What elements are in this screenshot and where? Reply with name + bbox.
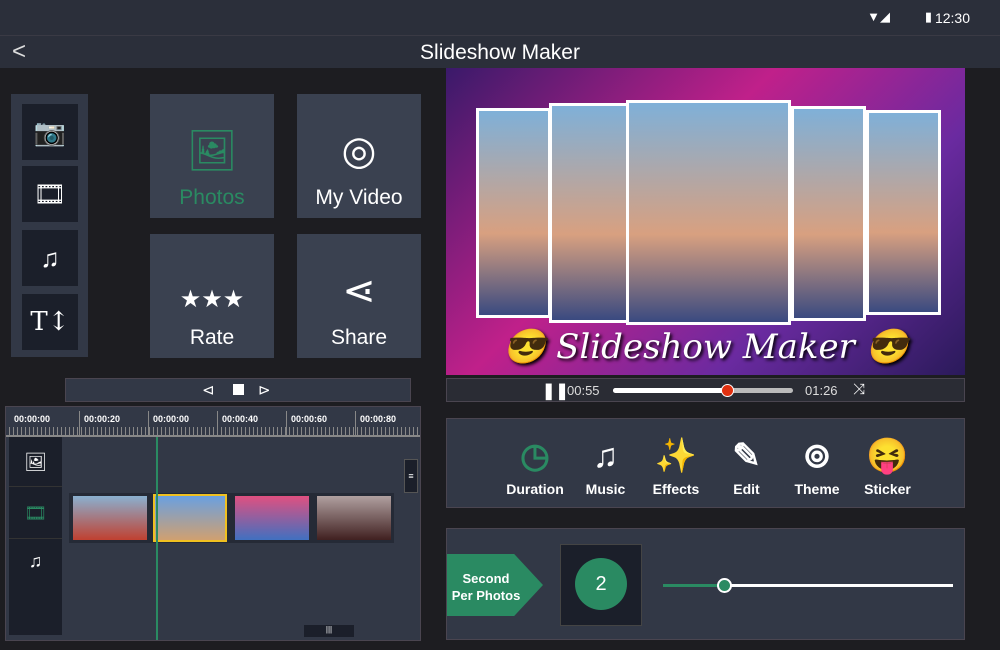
status-bar: ▼◢ ▮ 12:30 <box>0 0 1000 36</box>
player-controls: ❚❚ 00:55 01:26 ⤨ <box>446 378 965 402</box>
video-track-icon[interactable]: 🎞 <box>9 487 62 539</box>
tile-label: Rate <box>189 326 235 349</box>
next-button[interactable]: ⊳ <box>258 381 271 399</box>
tool-sticker[interactable]: 😝 Sticker <box>853 431 923 497</box>
music-note-icon: ♫ <box>40 242 60 273</box>
preview-title: 😎 Slideshow Maker 😎 <box>502 327 909 367</box>
clip-thumbnail[interactable] <box>235 496 309 540</box>
tile-label: Photos <box>179 186 245 209</box>
timeline-tick-label: 00:00:20 <box>79 411 123 437</box>
clip-thumbnail[interactable] <box>73 496 147 540</box>
magic-wand-icon: ✨ <box>654 437 698 475</box>
seek-progress <box>613 388 729 393</box>
shuffle-icon[interactable]: ⤨ <box>853 381 865 398</box>
seek-bar[interactable] <box>613 384 793 397</box>
seconds-value: 2 <box>575 558 627 610</box>
media-sidebar: 📷 🎞 ♫ T↕ <box>11 94 88 357</box>
tool-label: Music <box>585 481 626 497</box>
photos-tile[interactable]: 🖼 Photos <box>150 94 274 218</box>
edit-icon: ✎ <box>732 437 761 475</box>
timeline-tick-label: 00:00:00 <box>148 411 192 437</box>
image-track-icon[interactable]: 🖼 <box>9 437 62 487</box>
clip-thumbnail[interactable] <box>317 496 391 540</box>
battery-icon: ▮ <box>924 9 932 24</box>
duration-panel: Second Per Photos 2 <box>446 528 965 640</box>
wifi-icon: ▼◢ <box>867 9 890 24</box>
share-tile[interactable]: ⋖ Share <box>297 234 421 358</box>
slider-fill <box>663 584 724 587</box>
timeline-tick-label: 00:00:80 <box>355 411 399 437</box>
tool-label: Sticker <box>864 481 911 497</box>
preview-photo <box>791 106 866 321</box>
app-bar: < Slideshow Maker <box>0 36 1000 68</box>
text-button[interactable]: T↕ <box>22 294 78 350</box>
clip-strip <box>69 493 394 543</box>
timeline-tick-label: 00:00:40 <box>217 411 261 437</box>
total-time: 01:26 <box>805 383 838 398</box>
clip-thumbnail-selected[interactable] <box>153 494 227 542</box>
tool-theme[interactable]: ⊚ Theme <box>782 431 852 497</box>
seconds-slider[interactable] <box>663 578 953 593</box>
slider-knob[interactable] <box>716 578 732 593</box>
tool-music[interactable]: ♫ Music <box>571 431 641 497</box>
pause-button[interactable]: ❚❚ <box>542 381 569 401</box>
film-icon: 🎞 <box>33 178 67 209</box>
tool-label: Effects <box>652 481 700 497</box>
preview-photo <box>476 108 551 318</box>
tool-edit[interactable]: ✎ Edit <box>712 431 782 497</box>
theme-icon: ⊚ <box>802 437 832 475</box>
rate-tile[interactable]: ★★★ Rate <box>150 234 274 358</box>
music-button[interactable]: ♫ <box>22 230 78 286</box>
clock: 12:30 <box>934 10 970 26</box>
tool-label: Duration <box>506 481 564 497</box>
timeline: 00:00:00 00:00:20 00:00:00 00:00:40 00:00:60… <box>5 406 421 641</box>
video-button[interactable]: 🎞 <box>22 166 78 222</box>
tools-panel: ◷ Duration ♫ Music ✨ Effects ✎ Edit ⊚ Theme 😝 Stick… <box>446 418 965 508</box>
preview-photo <box>866 110 941 315</box>
current-time: 00:55 <box>567 383 600 398</box>
timeline-tick-label: 00:00:60 <box>286 411 330 437</box>
video-preview[interactable]: 😎 Slideshow Maker 😎 <box>446 68 965 375</box>
previous-button[interactable]: ⊲ <box>202 381 215 399</box>
timer-icon: ◷ <box>520 437 550 475</box>
timeline-tick-label: 00:00:00 <box>14 414 51 424</box>
camera-icon: 📷 <box>33 116 67 147</box>
gallery-icon: 🖼 <box>186 129 238 173</box>
audio-track-icon[interactable]: ♫ <box>9 539 62 583</box>
preview-photo <box>626 100 791 325</box>
sticker-icon: 😝 <box>866 437 909 475</box>
text-size-icon: T↕ <box>30 307 70 337</box>
seconds-per-photo-label: Second Per Photos <box>447 554 543 616</box>
preview-photo <box>549 103 629 323</box>
film-reel-icon: ◎ <box>341 129 377 173</box>
tool-label: Theme <box>794 481 840 497</box>
playhead[interactable] <box>156 437 158 640</box>
scroll-handle[interactable]: ≡ <box>404 459 418 493</box>
share-icon: ⋖ <box>342 269 376 313</box>
seek-knob[interactable] <box>721 384 735 397</box>
tool-label: Edit <box>733 481 760 497</box>
camera-button[interactable]: 📷 <box>22 104 78 160</box>
timeline-ruler: 00:00:00 00:00:20 00:00:00 00:00:40 00:00:60… <box>6 409 420 437</box>
tile-label: My Video <box>315 186 403 209</box>
value-box: 2 <box>560 544 642 626</box>
tool-duration[interactable]: ◷ Duration <box>500 431 570 497</box>
music-icon: ♫ <box>592 437 619 475</box>
rate-stars-icon: ★★★ <box>179 286 245 313</box>
tile-label: Share <box>330 326 388 349</box>
timeline-nav: ⊲ ⊳ <box>65 378 411 402</box>
page-title: Slideshow Maker <box>420 41 580 64</box>
track-icons: 🖼 🎞 ♫ <box>9 437 62 635</box>
tool-effects[interactable]: ✨ Effects <box>641 431 711 497</box>
my-video-tile[interactable]: ◎ My Video <box>297 94 421 218</box>
stop-button[interactable] <box>233 384 244 395</box>
bottom-scrollbar[interactable]: ||| <box>304 625 354 637</box>
